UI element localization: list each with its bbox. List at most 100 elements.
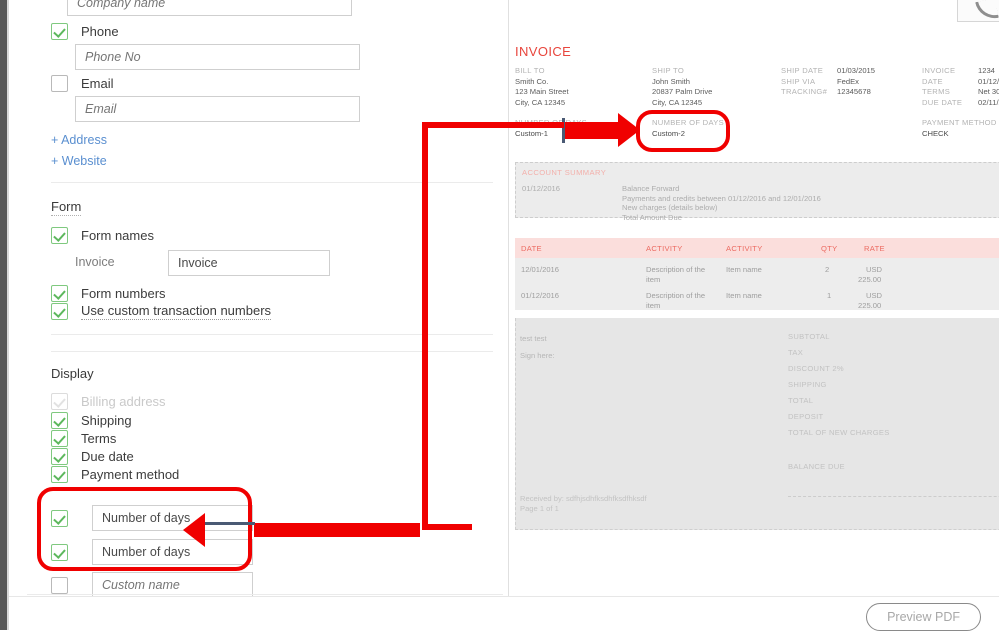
total-deposit: DEPOSIT (788, 412, 823, 421)
invoice-due-date-key: DUE DATE (922, 98, 978, 109)
display-item-shipping[interactable]: Shipping (51, 412, 132, 429)
terms-checkbox[interactable] (51, 430, 68, 447)
shipping-checkbox[interactable] (51, 412, 68, 429)
invoice-custom-field-1: NUMBER OF DAYS Custom-1 (515, 118, 587, 139)
custom-field-1-checkbox[interactable] (51, 510, 68, 527)
total-tax: TAX (788, 348, 803, 357)
divider-form-b (51, 351, 493, 352)
invoice-custom-field-2-value: Custom-2 (652, 129, 724, 140)
tracking-key: TRACKING# (781, 87, 837, 98)
custom-transaction-numbers-checkbox[interactable] (51, 303, 68, 320)
row1-item: Item name (726, 265, 762, 275)
account-summary-date: 01/12/2016 (522, 184, 560, 193)
window-left-rail (0, 0, 7, 630)
phone-input[interactable] (75, 44, 360, 70)
custom-transaction-numbers-label: Use custom transaction numbers (81, 303, 271, 320)
account-summary-line-3: New charges (details below) (622, 203, 821, 213)
ship-to-line-2: 20837 Palm Drive (652, 87, 712, 98)
display-item-billing-address[interactable]: Billing address (51, 393, 166, 410)
th-activity-1: ACTIVITY (646, 244, 683, 253)
bill-to-line-1: Smith Co. (515, 77, 569, 88)
invoice-name-input[interactable] (168, 250, 330, 276)
tracking-value: 12345678 (837, 87, 871, 98)
phone-checkbox-row[interactable]: Phone (51, 23, 119, 40)
form-numbers-checkbox[interactable] (51, 285, 68, 302)
line-items-table-body: 12/01/2016 Description of the item Item … (515, 258, 999, 310)
due-date-checkbox[interactable] (51, 448, 68, 465)
shipping-label: Shipping (81, 413, 132, 428)
form-names-checkbox-row[interactable]: Form names (51, 227, 154, 244)
invoice-terms-key: TERMS (922, 87, 978, 98)
row1-rate-currency: USD (866, 265, 882, 275)
invoice-due-date-value: 02/11/2016 (978, 98, 999, 109)
display-item-payment-method[interactable]: Payment method (51, 466, 179, 483)
add-website-link[interactable]: + Website (51, 154, 107, 168)
invoice-payment-method-value: CHECK (922, 129, 997, 140)
row1-date: 12/01/2016 (521, 265, 559, 275)
invoice-document: INVOICE BILL TO Smith Co. 123 Main Stree… (509, 0, 999, 596)
th-activity-2: ACTIVITY (726, 244, 763, 253)
th-qty: QTY (821, 244, 838, 253)
custom-field-row-2[interactable] (51, 539, 253, 565)
balance-due-label: BALANCE DUE (788, 462, 845, 471)
total-total: TOTAL (788, 396, 813, 405)
payment-method-checkbox[interactable] (51, 466, 68, 483)
invoice-date-value: 01/12/2016 (978, 77, 999, 88)
custom-field-row-1[interactable] (51, 505, 253, 531)
bill-to-block: BILL TO Smith Co. 123 Main Street City, … (515, 66, 569, 108)
account-summary-band: ACCOUNT SUMMARY 01/12/2016 Balance Forwa… (515, 162, 999, 218)
email-checkbox[interactable] (51, 75, 68, 92)
invoice-sign-here: Sign here: (520, 351, 555, 360)
row2-description: Description of the item (646, 291, 708, 310)
ship-meta-block: SHIP DATE01/03/2015 SHIP VIAFedEx TRACKI… (781, 66, 875, 98)
row2-rate-amount: 225.00 (858, 301, 881, 311)
account-summary-lines: Balance Forward Payments and credits bet… (622, 184, 821, 222)
divider-contact (51, 182, 493, 183)
line-items-table-header: DATE ACTIVITY ACTIVITY QTY RATE (515, 238, 999, 258)
invoice-number-value: 1234 (978, 66, 995, 77)
add-address-link[interactable]: + Address (51, 133, 107, 147)
form-names-checkbox[interactable] (51, 227, 68, 244)
phone-checkbox[interactable] (51, 23, 68, 40)
ship-to-block: SHIP TO John Smith 20837 Palm Drive City… (652, 66, 712, 108)
invoice-custom-field-1-value: Custom-1 (515, 129, 587, 140)
row1-description: Description of the item (646, 265, 708, 284)
bill-to-label: BILL TO (515, 66, 569, 77)
invoice-custom-field-1-label: NUMBER OF DAYS (515, 118, 587, 129)
custom-field-1-input[interactable] (92, 505, 253, 531)
payment-method-label: Payment method (81, 467, 179, 482)
bottom-action-bar: Preview PDF (9, 596, 999, 630)
th-date: DATE (521, 244, 542, 253)
custom-field-3-checkbox[interactable] (51, 577, 68, 594)
ship-via-value: FedEx (837, 77, 859, 88)
invoice-custom-field-2-label: NUMBER OF DAYS (652, 118, 724, 129)
form-numbers-checkbox-row[interactable]: Form numbers (51, 285, 166, 302)
display-item-terms[interactable]: Terms (51, 430, 116, 447)
ship-to-label: SHIP TO (652, 66, 712, 77)
billing-address-checkbox[interactable] (51, 393, 68, 410)
preview-pdf-button[interactable]: Preview PDF (866, 603, 981, 631)
display-item-due-date[interactable]: Due date (51, 448, 134, 465)
company-name-input[interactable] (67, 0, 352, 16)
email-input[interactable] (75, 96, 360, 122)
custom-transaction-numbers-checkbox-row[interactable]: Use custom transaction numbers (51, 303, 271, 320)
row2-qty: 1 (827, 291, 831, 301)
divider-form-a (51, 334, 493, 335)
phone-label: Phone (81, 24, 119, 39)
invoice-preview-panel: INVOICE BILL TO Smith Co. 123 Main Stree… (508, 0, 999, 596)
invoice-totals-band: test test Sign here: SUBTOTAL TAX DISCOU… (515, 318, 999, 530)
total-discount: DISCOUNT 2% (788, 364, 844, 373)
account-summary-line-4: Total Amount Due (622, 213, 821, 223)
email-checkbox-row[interactable]: Email (51, 75, 114, 92)
custom-field-2-checkbox[interactable] (51, 544, 68, 561)
form-section-title: Form (51, 199, 81, 216)
invoice-title: INVOICE (515, 44, 571, 59)
total-subtotal: SUBTOTAL (788, 332, 830, 341)
account-summary-line-2: Payments and credits between 01/12/2016 … (622, 194, 821, 204)
divider-display-bottom (27, 594, 503, 595)
invoice-payment-method-label: PAYMENT METHOD (922, 118, 997, 129)
account-summary-line-1: Balance Forward (622, 184, 821, 194)
custom-field-2-input[interactable] (92, 539, 253, 565)
ship-date-value: 01/03/2015 (837, 66, 875, 77)
row2-item: Item name (726, 291, 762, 301)
